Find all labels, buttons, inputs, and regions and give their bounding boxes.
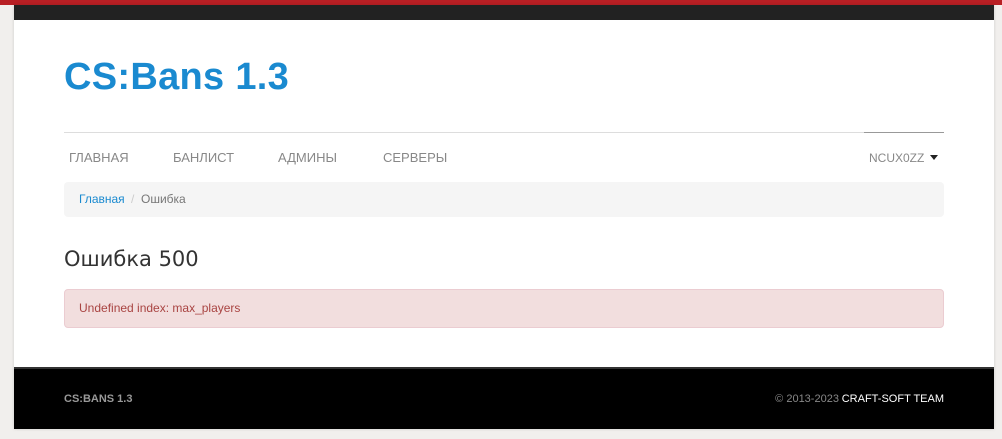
- footer-team-link[interactable]: CRAFT-SOFT TEAM: [842, 369, 944, 429]
- main-nav: ГЛАВНАЯ БАНЛИСТ АДМИНЫ СЕРВЕРЫ NCUX0ZZ: [64, 132, 944, 183]
- page-container: CS:Bans 1.3 ГЛАВНАЯ БАНЛИСТ АДМИНЫ СЕРВЕ…: [14, 5, 994, 429]
- page-title: Ошибка 500: [64, 247, 199, 271]
- user-name: NCUX0ZZ: [869, 151, 925, 165]
- nav-item-servers[interactable]: СЕРВЕРЫ: [383, 133, 447, 183]
- footer: CS:BANS 1.3 © 2013-2023 CRAFT-SOFT TEAM: [14, 367, 994, 429]
- caret-down-icon: [930, 155, 938, 160]
- error-alert: Undefined index: max_players: [64, 289, 944, 328]
- footer-brand: CS:BANS 1.3: [64, 393, 133, 405]
- nav-item-admins[interactable]: АДМИНЫ: [278, 133, 337, 183]
- user-menu-dropdown[interactable]: NCUX0ZZ: [864, 132, 944, 183]
- breadcrumb-separator: /: [131, 192, 135, 206]
- breadcrumb-home-link[interactable]: Главная: [79, 182, 125, 217]
- breadcrumb: Главная / Ошибка: [64, 182, 944, 217]
- nav-item-banlist[interactable]: БАНЛИСТ: [173, 133, 234, 183]
- top-bar: [14, 5, 994, 20]
- nav-item-home[interactable]: ГЛАВНАЯ: [69, 133, 129, 183]
- copyright-text: © 2013-2023: [775, 393, 839, 405]
- site-logo[interactable]: CS:Bans 1.3: [64, 55, 289, 99]
- error-message: Undefined index: max_players: [79, 301, 241, 315]
- footer-copyright: © 2013-2023: [775, 369, 842, 429]
- breadcrumb-current: Ошибка: [141, 192, 186, 206]
